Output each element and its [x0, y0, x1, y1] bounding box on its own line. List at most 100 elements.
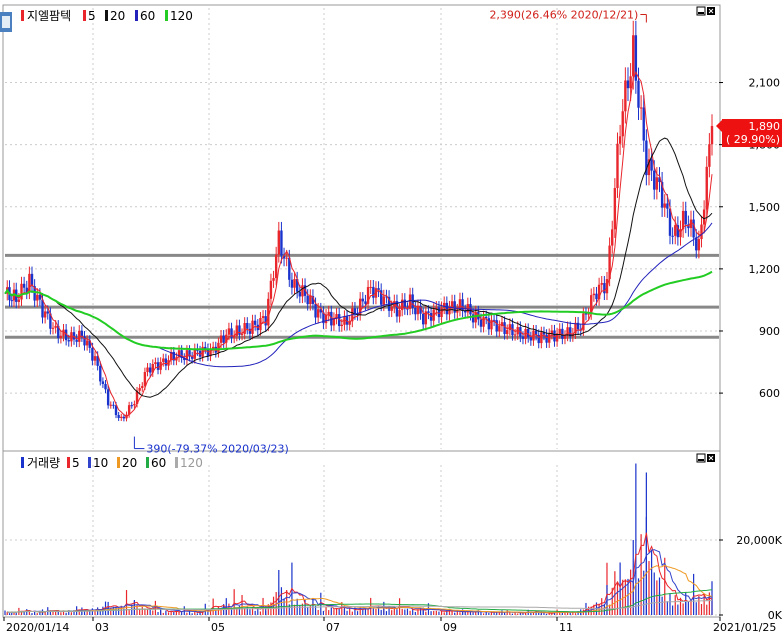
- candle-body: [43, 311, 47, 318]
- candle-body: [695, 237, 698, 251]
- volume-bar: [330, 607, 332, 615]
- candle-body: [246, 323, 249, 329]
- volume-bar: [99, 611, 101, 615]
- chart-settings-icon[interactable]: [0, 12, 12, 32]
- candle-body: [70, 332, 73, 342]
- volume-bar: [13, 612, 15, 615]
- price-tick-label: 1,500: [749, 201, 781, 214]
- candle-body: [306, 295, 309, 305]
- candle-body: [293, 279, 296, 288]
- volume-bar: [414, 611, 416, 615]
- x-tick-label: 2020/01/14: [6, 621, 69, 634]
- candle-body: [437, 307, 441, 318]
- volume-bar: [167, 612, 170, 615]
- candle-body: [219, 335, 223, 343]
- candle-body: [621, 111, 624, 137]
- candle-body: [109, 404, 112, 406]
- candle-body: [353, 308, 357, 314]
- volume-bar: [36, 613, 38, 615]
- legend-label: 20: [110, 9, 125, 23]
- volume-bar: [482, 613, 485, 615]
- volume-bar: [328, 610, 330, 615]
- candle-body: [513, 334, 517, 336]
- candle-body: [301, 285, 304, 297]
- volume-bar: [385, 611, 388, 615]
- candle-body: [495, 320, 498, 332]
- legend-swatch: [117, 457, 120, 468]
- candle-body: [316, 309, 320, 318]
- volume-bar: [669, 593, 671, 615]
- candle-body: [101, 381, 105, 384]
- candle-body: [592, 293, 596, 296]
- candle-body: [91, 347, 94, 361]
- volume-bar: [251, 606, 254, 615]
- volume-bar: [530, 612, 532, 615]
- price-minimize-icon[interactable]: [696, 6, 706, 16]
- candle-body: [164, 358, 168, 366]
- candle-body: [364, 301, 367, 304]
- volume-bar: [70, 612, 72, 615]
- candle-body: [697, 239, 701, 251]
- candle-body: [563, 335, 567, 339]
- candle-body: [253, 320, 257, 325]
- volume-bar: [362, 609, 364, 615]
- candle-body: [408, 294, 412, 309]
- candle-body: [274, 254, 278, 279]
- candle-body: [445, 302, 449, 315]
- candle-body: [93, 356, 97, 361]
- volume-bar: [406, 608, 409, 615]
- volume-bar: [700, 604, 703, 615]
- legend-swatch: [135, 10, 138, 21]
- volume-bar: [125, 590, 128, 615]
- candle-body: [382, 296, 386, 305]
- candle-body: [148, 367, 152, 373]
- volume-bar: [286, 590, 288, 615]
- candle-body: [330, 311, 333, 326]
- volume-minimize-icon[interactable]: [696, 453, 706, 463]
- volume-bar: [249, 609, 251, 615]
- candle-body: [708, 144, 711, 167]
- candle-body: [280, 230, 283, 256]
- volume-close-icon[interactable]: [707, 454, 715, 462]
- volume-bar: [687, 601, 689, 615]
- candle-body: [112, 404, 115, 406]
- candle-body: [642, 107, 645, 141]
- volume-bar: [467, 611, 469, 615]
- volume-bar: [438, 611, 440, 615]
- volume-bar: [706, 604, 708, 615]
- legend-label: 5: [72, 456, 80, 470]
- candle-body: [618, 136, 622, 144]
- candle-body: [482, 316, 485, 327]
- candle-body: [222, 335, 225, 343]
- volume-bar: [435, 610, 437, 615]
- volume-bar: [194, 611, 196, 615]
- volume-bar: [396, 609, 398, 615]
- candle-body: [616, 143, 619, 189]
- candle-body: [99, 365, 102, 382]
- volume-bar: [488, 612, 490, 615]
- candle-body: [269, 280, 273, 299]
- candle-body: [503, 322, 506, 335]
- volume-bar: [666, 601, 668, 615]
- volume-bar: [391, 610, 393, 615]
- volume-bar: [317, 610, 319, 615]
- volume-bar: [695, 602, 697, 615]
- candle-body: [506, 330, 509, 335]
- x-tick-label: 11: [559, 621, 573, 634]
- volume-bar: [409, 610, 411, 615]
- volume-bar: [380, 609, 382, 615]
- volume-bar: [4, 610, 6, 615]
- volume-bar: [356, 611, 359, 615]
- price-close-icon[interactable]: [707, 7, 715, 15]
- legend-label: 20: [122, 456, 137, 470]
- legend-swatch: [21, 10, 24, 21]
- legend-label: 120: [180, 456, 203, 470]
- volume-bar: [188, 611, 191, 615]
- candle-body: [584, 313, 588, 315]
- candle-body: [595, 293, 598, 300]
- volume-bar: [658, 577, 661, 615]
- volume-bar: [585, 602, 587, 615]
- volume-bar: [162, 612, 164, 615]
- x-tick-label: 09: [443, 621, 457, 634]
- volume-bar: [325, 606, 327, 615]
